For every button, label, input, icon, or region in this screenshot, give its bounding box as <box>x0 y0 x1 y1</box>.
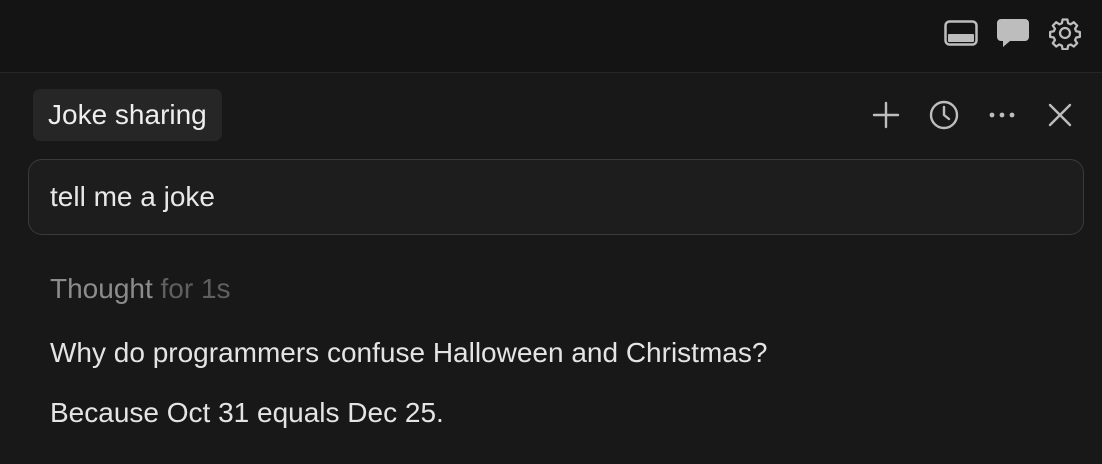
more-icon[interactable] <box>980 93 1024 137</box>
chat-bubble-icon[interactable] <box>994 14 1032 52</box>
thought-indicator[interactable]: Thought for 1s <box>50 273 231 305</box>
assistant-answer-line-2: Because Oct 31 equals Dec 25. <box>50 397 444 428</box>
chat-header-actions <box>864 93 1082 137</box>
chat-title-tab[interactable]: Joke sharing <box>33 89 222 141</box>
user-message-text: tell me a joke <box>50 181 215 212</box>
gear-icon[interactable] <box>1046 14 1084 52</box>
user-message-bubble[interactable]: tell me a joke <box>28 159 1084 235</box>
plus-icon[interactable] <box>864 93 908 137</box>
history-clock-icon[interactable] <box>922 93 966 137</box>
chat-panel: Joke sharing tell me a joke Thought for … <box>0 73 1102 464</box>
thought-label: Thought <box>50 273 153 304</box>
close-icon[interactable] <box>1038 93 1082 137</box>
toolbar-icons <box>942 14 1084 52</box>
assistant-answer-line-1: Why do programmers confuse Halloween and… <box>50 337 768 368</box>
thought-duration: for 1s <box>160 273 231 304</box>
panel-layout-icon[interactable] <box>942 14 980 52</box>
top-toolbar <box>0 0 1102 73</box>
